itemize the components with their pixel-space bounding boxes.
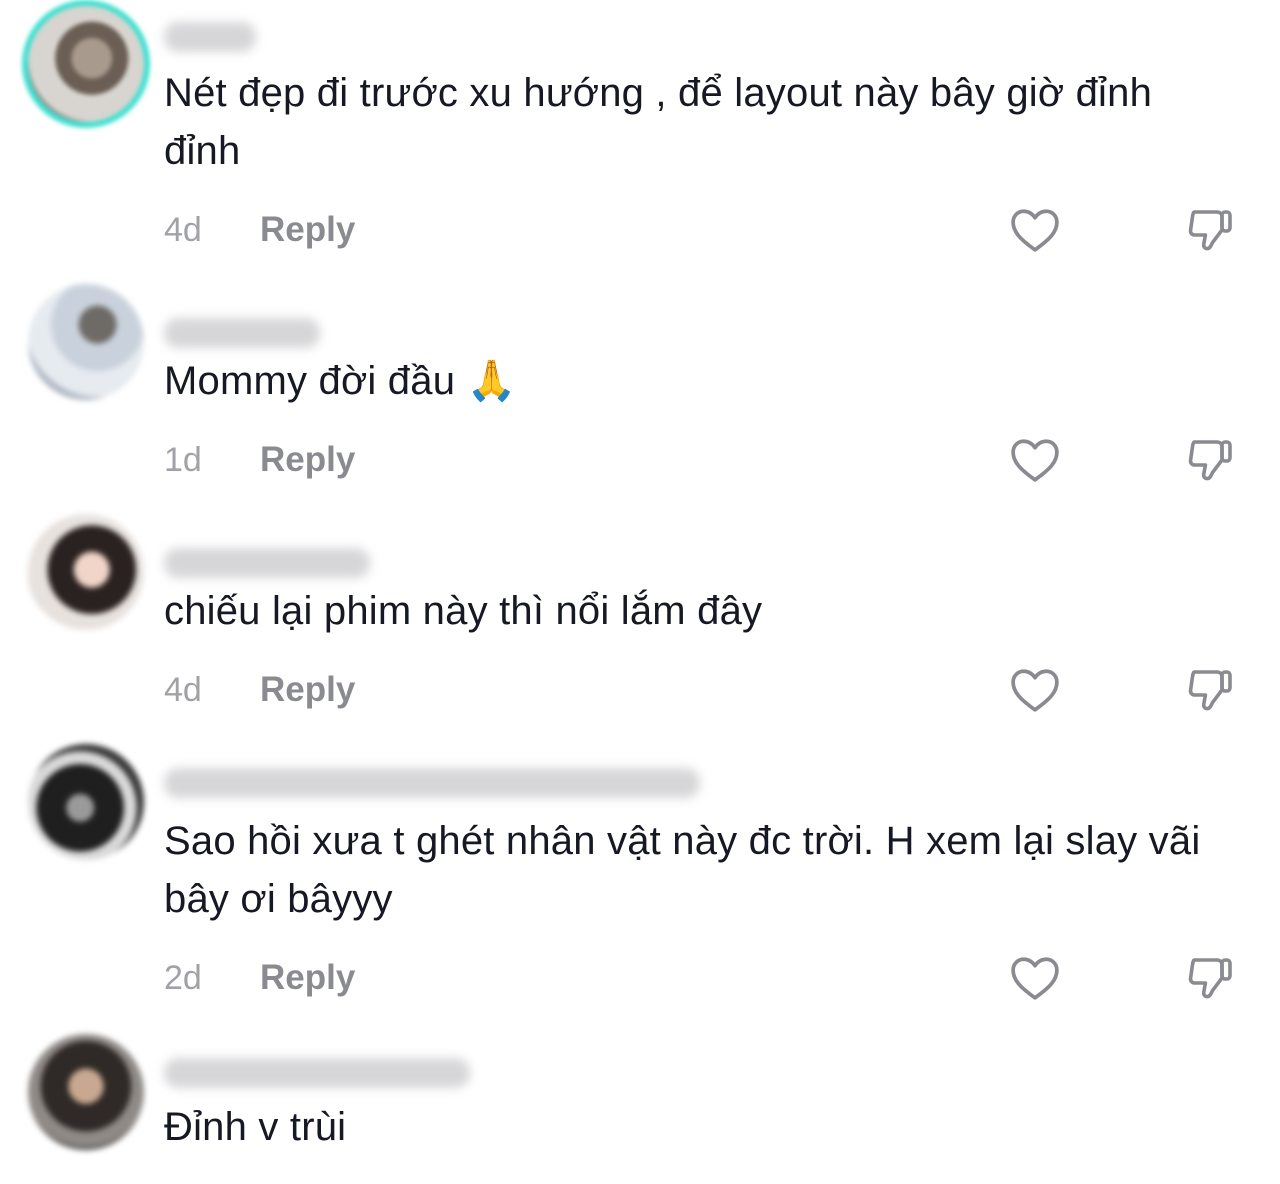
dislike-button[interactable] bbox=[1182, 202, 1238, 258]
comment-time: 1d bbox=[164, 440, 202, 479]
like-button[interactable] bbox=[1007, 432, 1063, 488]
comment-text: Nét đẹp đi trước xu hướng , để layout nà… bbox=[164, 71, 1153, 173]
heart-outline-icon bbox=[1011, 209, 1059, 252]
avatar[interactable] bbox=[28, 284, 144, 400]
dislike-button[interactable] bbox=[1182, 662, 1238, 718]
reply-button[interactable]: Reply bbox=[260, 958, 355, 998]
comment-time: 4d bbox=[164, 670, 202, 709]
comment-text: Mommy đời đầu 🙏 bbox=[164, 359, 517, 403]
avatar[interactable] bbox=[28, 6, 144, 122]
reply-button[interactable]: Reply bbox=[260, 670, 355, 710]
thumbs-down-outline-icon bbox=[1188, 670, 1232, 711]
comment-meta: 4d Reply bbox=[164, 210, 355, 250]
comment-time: 4d bbox=[164, 210, 202, 249]
comment-text: Đỉnh v trùi bbox=[164, 1105, 347, 1149]
dislike-button[interactable] bbox=[1182, 432, 1238, 488]
thumbs-down-outline-icon bbox=[1188, 440, 1232, 481]
avatar[interactable] bbox=[28, 1034, 144, 1150]
like-button[interactable] bbox=[1007, 950, 1063, 1006]
comment-meta: 2d Reply bbox=[164, 958, 355, 998]
like-button[interactable] bbox=[1007, 662, 1063, 718]
like-button[interactable] bbox=[1007, 202, 1063, 258]
comment-time: 2d bbox=[164, 958, 202, 997]
heart-outline-icon bbox=[1011, 439, 1059, 482]
username-blurred[interactable] bbox=[164, 768, 700, 798]
username-blurred[interactable] bbox=[164, 548, 370, 578]
comment-text: Sao hồi xưa t ghét nhân vật này đc trời.… bbox=[164, 819, 1201, 921]
username-blurred[interactable] bbox=[164, 1058, 470, 1088]
heart-outline-icon bbox=[1011, 669, 1059, 712]
reply-button[interactable]: Reply bbox=[260, 440, 355, 480]
heart-outline-icon bbox=[1011, 957, 1059, 1000]
comment-text: chiếu lại phim này thì nổi lắm đây bbox=[164, 589, 763, 633]
dislike-button[interactable] bbox=[1182, 950, 1238, 1006]
comment-meta: 1d Reply bbox=[164, 440, 355, 480]
avatar[interactable] bbox=[28, 744, 144, 860]
comment-meta: 4d Reply bbox=[164, 670, 355, 710]
thumbs-down-outline-icon bbox=[1188, 958, 1232, 999]
reply-button[interactable]: Reply bbox=[260, 210, 355, 250]
thumbs-down-outline-icon bbox=[1188, 210, 1232, 251]
avatar[interactable] bbox=[28, 514, 144, 630]
username-blurred[interactable] bbox=[164, 22, 256, 52]
username-blurred[interactable] bbox=[164, 318, 320, 348]
